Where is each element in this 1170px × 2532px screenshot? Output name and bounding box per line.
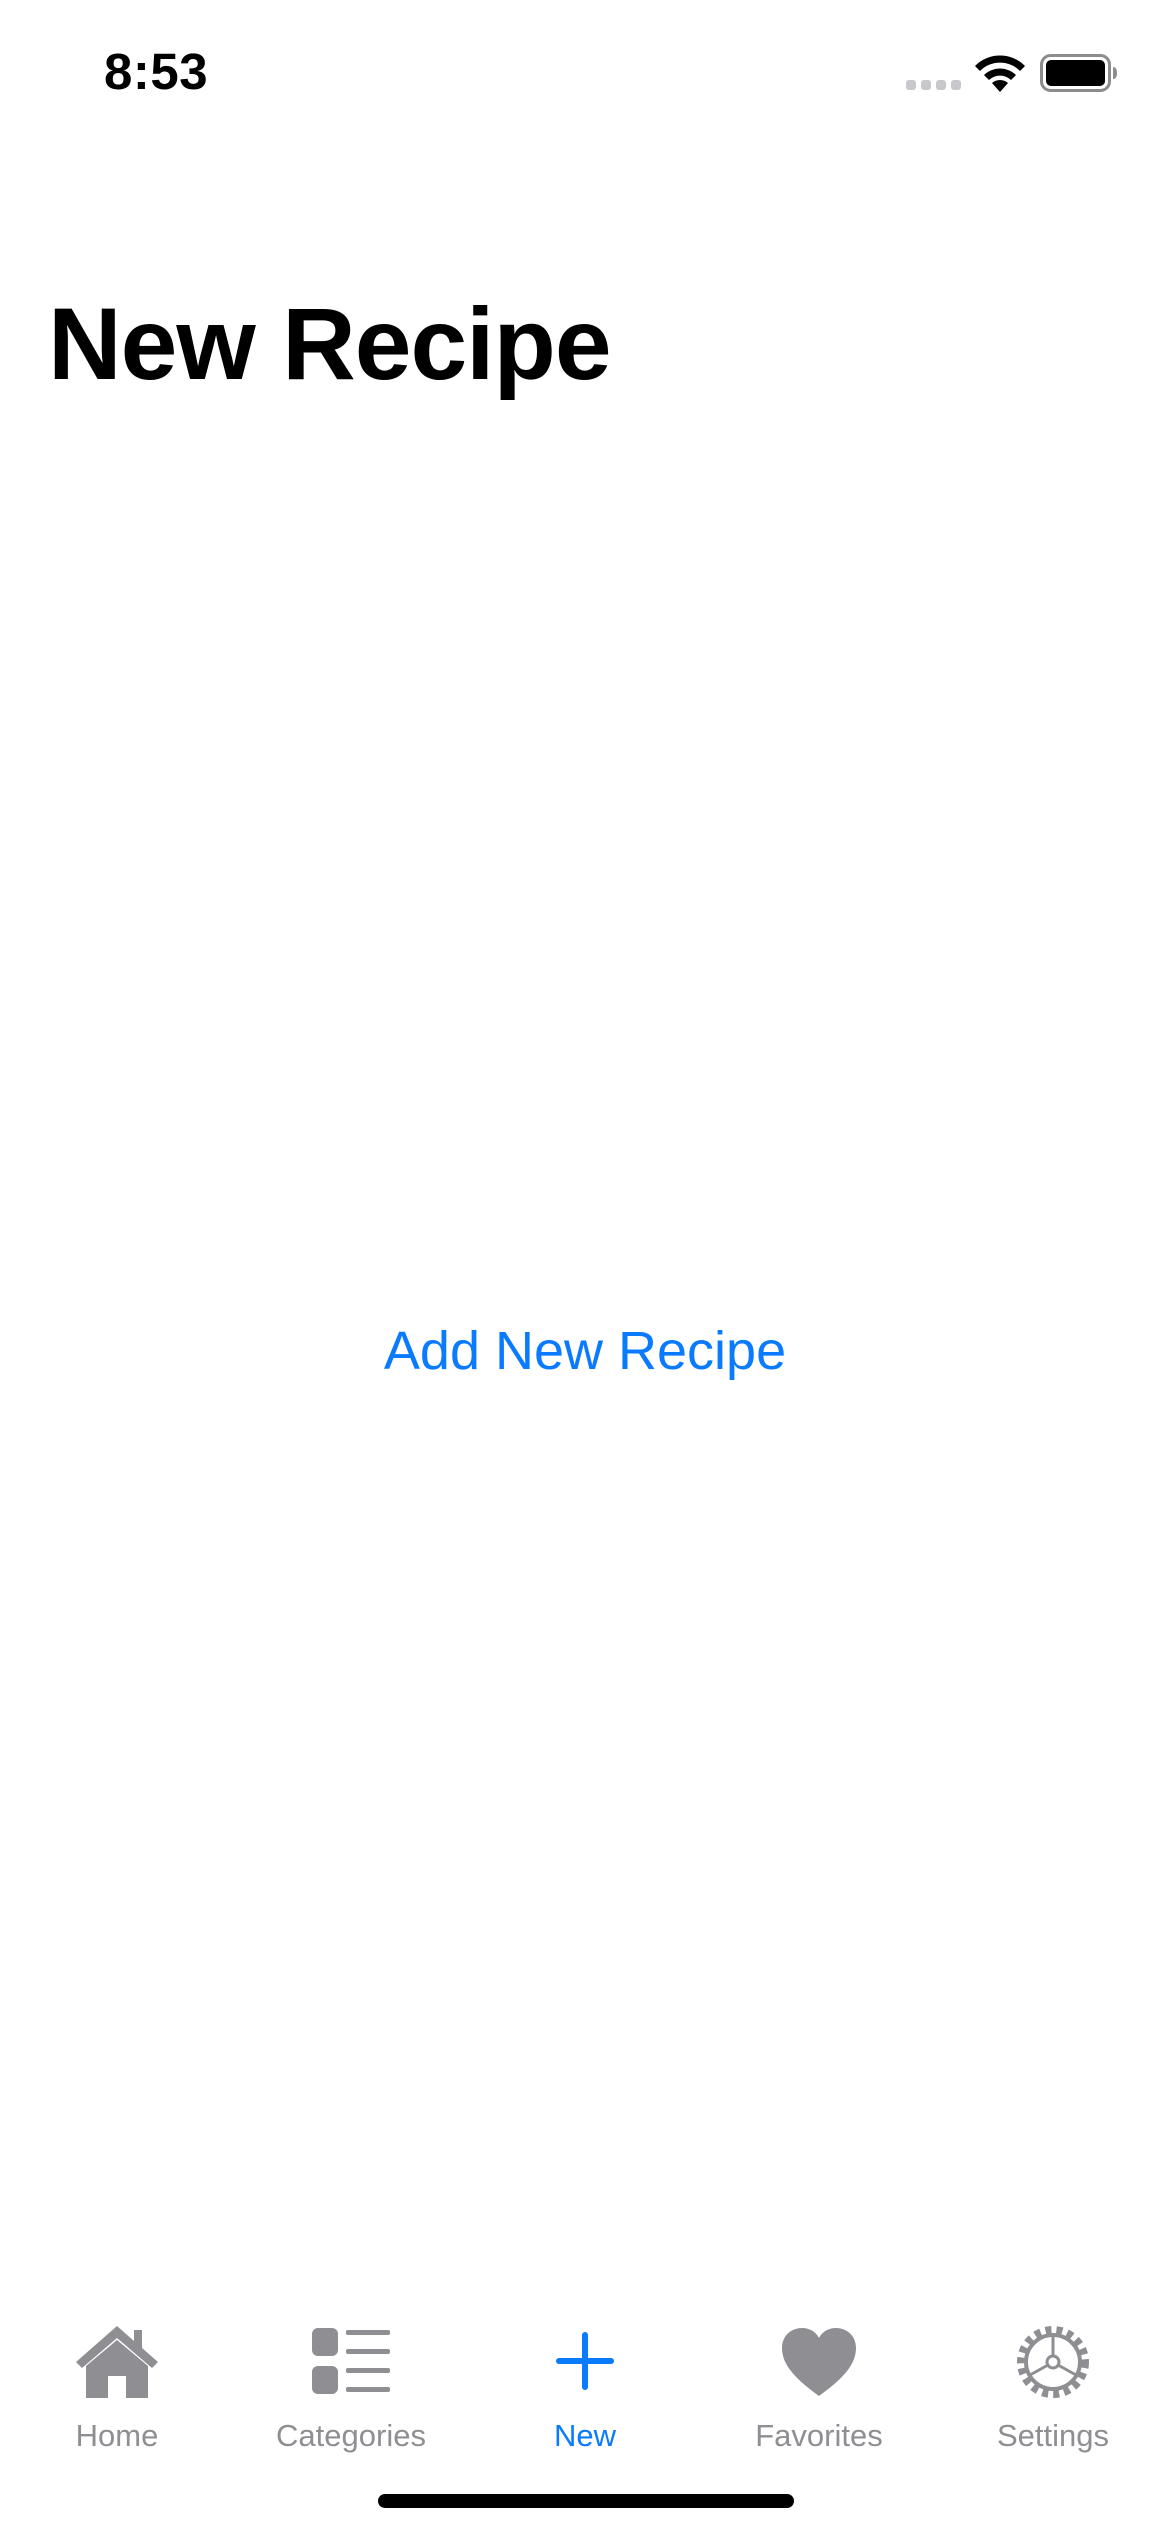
gear-icon (1017, 2326, 1089, 2398)
tab-favorites-label: Favorites (755, 2418, 883, 2453)
home-indicator[interactable] (378, 2494, 794, 2508)
tab-new-label: New (553, 2418, 616, 2453)
tab-settings-label: Settings (996, 2418, 1109, 2453)
tab-categories-label: Categories (276, 2418, 426, 2453)
cellular-signal-icon (906, 80, 961, 90)
tab-home-label: Home (75, 2418, 159, 2453)
page-title: New Recipe (48, 287, 612, 401)
plus-icon (556, 2332, 614, 2390)
tab-favorites[interactable]: Favorites (702, 2302, 936, 2453)
status-bar: 8:53 (0, 0, 1170, 150)
tab-home[interactable]: Home (0, 2302, 234, 2453)
tab-categories[interactable]: Categories (234, 2302, 468, 2453)
heart-icon (782, 2328, 856, 2396)
battery-icon (1040, 54, 1117, 92)
list-icon (312, 2328, 390, 2394)
status-time: 8:53 (104, 43, 209, 100)
house-icon (76, 2326, 158, 2398)
add-new-recipe-button[interactable]: Add New Recipe (0, 1320, 1170, 1382)
wifi-icon (975, 55, 1025, 92)
tab-settings[interactable]: Settings (936, 2302, 1170, 2453)
tab-new[interactable]: New (468, 2302, 702, 2453)
